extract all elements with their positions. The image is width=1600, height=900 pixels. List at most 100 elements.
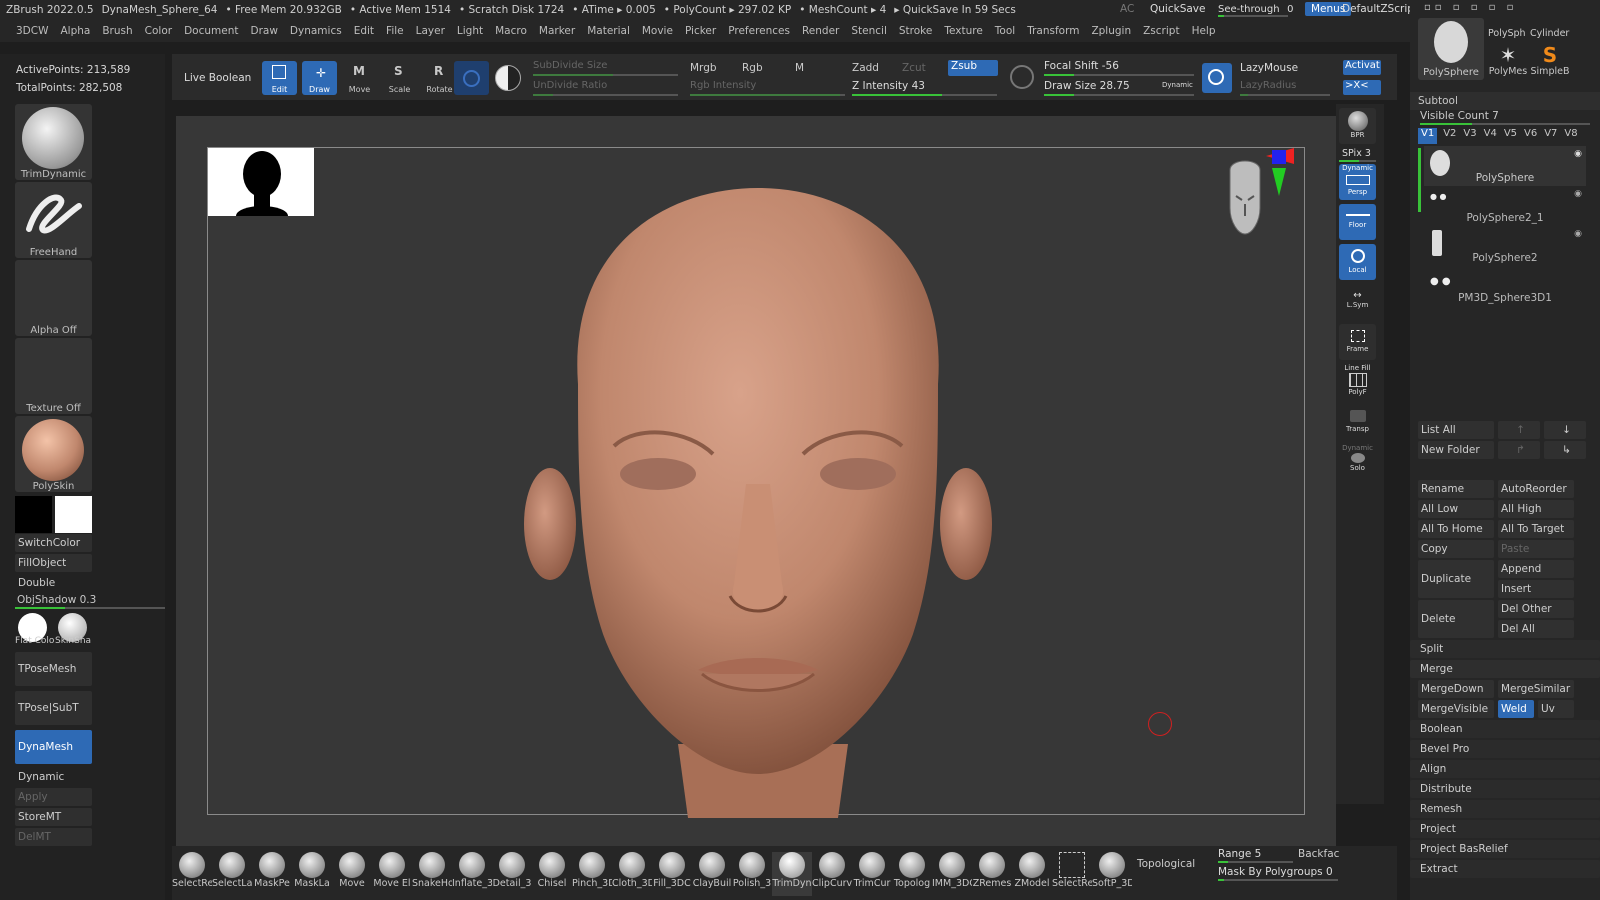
menu-item[interactable]: Transform [1027,25,1079,37]
delmt-button[interactable]: DelMT [15,828,92,846]
mask-by-polygroups-slider[interactable]: Mask By Polygroups 0 [1218,866,1333,878]
polyf-button[interactable]: Line Fill PolyF [1339,364,1376,400]
version-tab[interactable]: V2 [1443,128,1456,144]
menu-item[interactable]: Color [145,25,172,37]
frame-button[interactable]: Frame [1339,324,1376,360]
insert-button[interactable]: Insert [1498,580,1574,598]
folder-out-icon[interactable]: ↱ [1498,441,1540,459]
list-all-button[interactable]: List All [1418,421,1494,439]
version-tab[interactable]: V7 [1544,128,1557,144]
version-tab[interactable]: V3 [1463,128,1476,144]
menu-item[interactable]: Document [184,25,238,37]
mrgb-button[interactable]: Mrgb [690,62,717,74]
topological-button[interactable]: Topological [1137,858,1195,870]
spix-slider[interactable]: SPix 3 [1342,148,1371,159]
brush-tile[interactable]: ClayBuil [692,852,732,896]
bevel-pro-section[interactable]: Bevel Pro [1410,740,1600,758]
brush-tile[interactable]: TrimCur [852,852,892,896]
menu-item[interactable]: Help [1192,25,1216,37]
menu-item[interactable]: Picker [685,25,716,37]
navigation-gizmo-icon[interactable] [1208,148,1303,253]
range-slider[interactable]: Range 5 [1218,848,1261,860]
texture-swatch[interactable]: Texture Off [15,338,92,414]
menu-item[interactable]: Brush [102,25,132,37]
split-section[interactable]: Split [1410,640,1600,658]
move-button[interactable]: M Move [342,61,377,95]
menu-item[interactable]: Zplugin [1091,25,1131,37]
tool-thumb-polysphere[interactable]: PolySphere [1418,18,1484,80]
see-through-slider[interactable]: See-through 0 [1218,2,1296,17]
dynamesh-button[interactable]: DynaMesh [15,730,92,764]
delete-button[interactable]: Delete [1418,600,1494,638]
polyframe-button[interactable] [454,61,489,95]
activate-symmetry-button[interactable]: Activat [1343,60,1381,75]
all-high-button[interactable]: All High [1498,500,1574,518]
paste-button[interactable]: Paste [1498,540,1574,558]
tool-thumb-polymesh[interactable]: ✶ PolyMes [1488,44,1528,80]
brush-tile[interactable]: Fill_3DC [652,852,692,896]
switchcolor-button[interactable]: SwitchColor [15,534,92,552]
version-tab[interactable]: V5 [1504,128,1517,144]
main-color[interactable] [15,496,52,533]
del-other-button[interactable]: Del Other [1498,600,1574,618]
brush-tile[interactable]: Topolog [892,852,932,896]
menu-item[interactable]: Marker [539,25,575,37]
copy-button[interactable]: Copy [1418,540,1494,558]
dynamic-brush-toggle[interactable]: Dynamic [1162,81,1193,89]
autoreorder-button[interactable]: AutoReorder [1498,480,1574,498]
subtool-visibility-icon[interactable]: ◉ [1574,149,1582,159]
lsym-button[interactable]: ↔ L.Sym [1339,284,1376,320]
brush-tile[interactable]: SelectLa [212,852,252,896]
bpr-button[interactable]: BPR [1339,108,1376,144]
rgb-button[interactable]: Rgb [742,62,763,74]
subtool-item-pm3d-sphere3d1[interactable]: ● ● PM3D_Sphere3D1 [1424,266,1586,306]
zadd-button[interactable]: Zadd [852,62,879,74]
rename-button[interactable]: Rename [1418,480,1494,498]
boolean-section[interactable]: Boolean [1410,720,1600,738]
menu-item[interactable]: Tool [995,25,1015,37]
brush-tile[interactable]: ZRemes [972,852,1012,896]
subtool-visibility-icon[interactable]: ◉ [1574,229,1582,239]
brush-tile[interactable]: Move El [372,852,412,896]
draw-size-slider[interactable]: Draw Size 28.75 [1044,80,1130,92]
tool-thumb-polysph[interactable]: PolySph [1488,18,1528,40]
tposemesh-button[interactable]: TPoseMesh [15,652,92,686]
zsub-button[interactable]: Zsub [948,60,998,76]
storemt-button[interactable]: StoreMT [15,808,92,826]
brush-tile[interactable]: ZModel [1012,852,1052,896]
scale-button[interactable]: S Scale [382,61,417,95]
sculptris-pro-icon[interactable] [1010,65,1034,89]
menu-item[interactable]: Movie [642,25,673,37]
material-swatch[interactable]: PolySkin [15,416,92,492]
draw-button[interactable]: ✛ Draw [302,61,337,95]
mergesimilar-button[interactable]: MergeSimilar [1498,680,1574,698]
brush-tile[interactable]: SelectRe [1052,852,1092,896]
menu-item[interactable]: Draw [250,25,277,37]
remesh-section[interactable]: Remesh [1410,800,1600,818]
distribute-section[interactable]: Distribute [1410,780,1600,798]
menu-item[interactable]: Dynamics [290,25,342,37]
version-tab[interactable]: V8 [1564,128,1577,144]
subtool-item-polysphere2-1[interactable]: ● ● ◉ PolySphere2_1 [1424,186,1586,226]
menu-item[interactable]: Layer [416,25,445,37]
all-to-home-button[interactable]: All To Home [1418,520,1494,538]
reference-thumbnail[interactable] [208,148,314,226]
stroke-swatch[interactable]: FreeHand [15,182,92,258]
mergevisible-button[interactable]: MergeVisible [1418,700,1494,718]
brush-tile[interactable]: ClipCurv [812,852,852,896]
weld-toggle[interactable]: Weld [1498,700,1534,718]
lazymouse-button[interactable] [1202,63,1232,93]
brush-tile[interactable]: Chisel [532,852,572,896]
focal-shift-slider[interactable]: Focal Shift -56 [1044,60,1119,72]
menu-item[interactable]: Light [457,25,483,37]
menu-item[interactable]: Alpha [60,25,90,37]
folder-in-icon[interactable]: ↳ [1544,441,1586,459]
subtool-header[interactable]: Subtool [1410,92,1600,110]
new-folder-button[interactable]: New Folder [1418,441,1494,459]
brush-tile[interactable]: MaskLa [292,852,332,896]
subtool-item-polysphere[interactable]: ◉ PolySphere [1424,146,1586,186]
fillobject-button[interactable]: FillObject [15,554,92,572]
backface-button[interactable]: Backfac [1298,848,1339,860]
menu-item[interactable]: Render [802,25,839,37]
tpose-subt-button[interactable]: TPose|SubT [15,691,92,725]
